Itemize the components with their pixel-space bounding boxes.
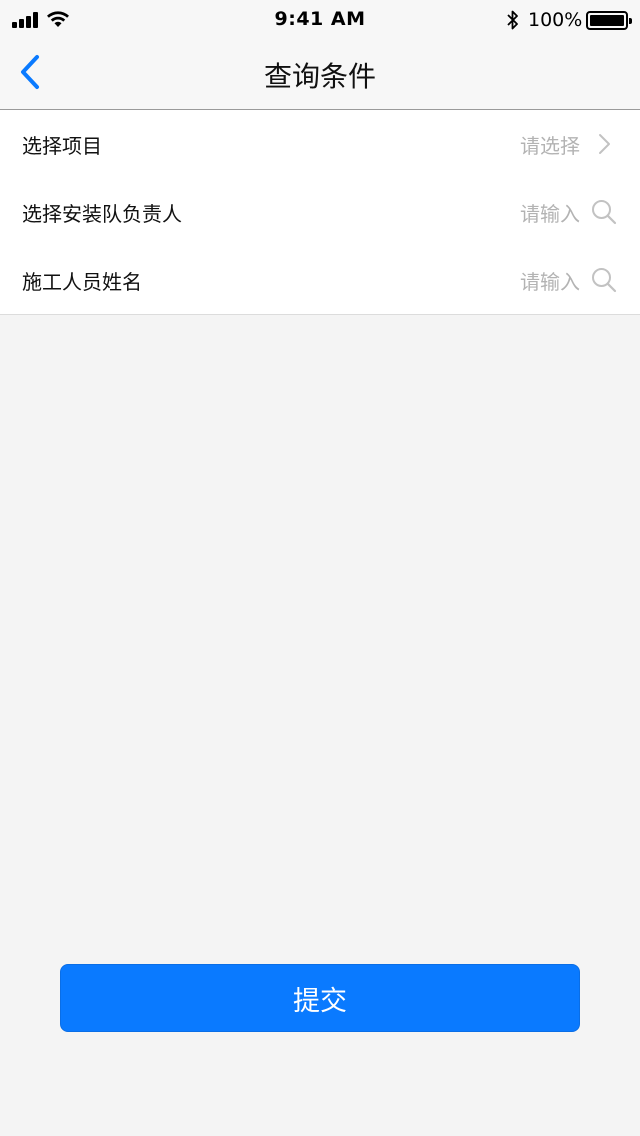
project-select-row[interactable]: 选择项目 请选择 — [0, 110, 640, 178]
row-placeholder: 请输入 — [520, 201, 580, 226]
row-placeholder: 请选择 — [520, 133, 580, 158]
query-form: 选择项目 请选择 选择安装队负责人 请输入 施工人员姓名 请输入 — [0, 110, 640, 315]
search-icon[interactable] — [590, 266, 618, 294]
row-placeholder: 请输入 — [520, 269, 580, 294]
screen: 9:41 AM 100% 查询条件 选择项目 请选择 选择安装队负责人 请输入 … — [0, 0, 640, 1136]
status-bar: 9:41 AM 100% — [0, 0, 640, 40]
battery-percent: 100% — [528, 9, 583, 31]
search-icon[interactable] — [590, 198, 618, 226]
nav-bar: 查询条件 — [0, 40, 640, 110]
worker-name-input-row[interactable]: 施工人员姓名 请输入 — [0, 246, 640, 314]
battery-icon — [586, 11, 632, 30]
row-label: 选择安装队负责人 — [22, 201, 182, 226]
chevron-right-icon — [590, 130, 618, 158]
row-label: 选择项目 — [22, 133, 102, 158]
bluetooth-icon — [507, 10, 518, 30]
page-title: 查询条件 — [263, 60, 376, 93]
submit-button[interactable]: 提交 — [60, 964, 580, 1032]
team-leader-input-row[interactable]: 选择安装队负责人 请输入 — [0, 178, 640, 246]
row-label: 施工人员姓名 — [22, 269, 142, 294]
